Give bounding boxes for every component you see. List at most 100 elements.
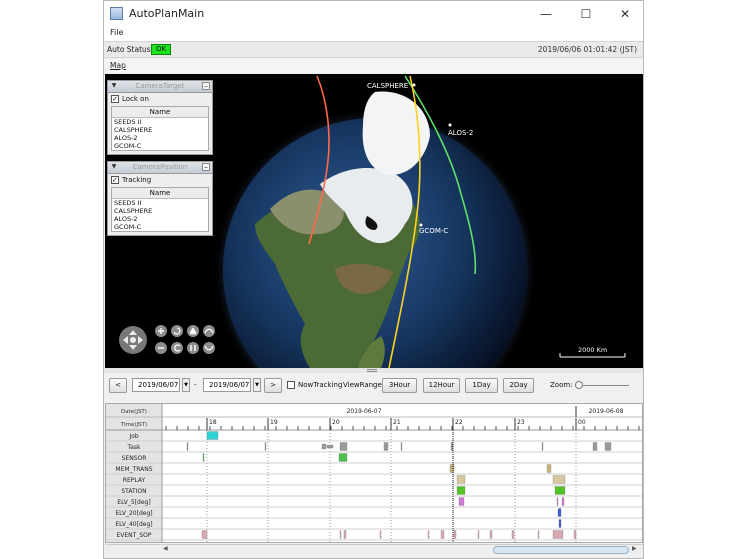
timeline-bar bbox=[383, 442, 389, 451]
date-to-field[interactable]: 2019/06/07 bbox=[203, 378, 251, 392]
column-header-name[interactable]: Name bbox=[112, 188, 208, 199]
timeline-bar bbox=[604, 442, 612, 451]
timeline-bar bbox=[326, 444, 334, 449]
timeline-bar bbox=[427, 530, 430, 539]
timeline-bar bbox=[339, 530, 342, 539]
date-header-label: Date(JST) bbox=[121, 409, 147, 415]
timeline-bar bbox=[201, 530, 208, 539]
column-header-name[interactable]: Name bbox=[112, 107, 208, 118]
alos2-marker[interactable] bbox=[448, 123, 452, 127]
camera-position-header: ▼ CameraPosition – bbox=[108, 162, 212, 174]
prev-button[interactable]: < bbox=[109, 378, 127, 393]
date-label: 2019-06-08 bbox=[589, 408, 624, 415]
splitter-grip-icon[interactable] bbox=[367, 369, 377, 372]
range-2day-button[interactable]: 2Day bbox=[503, 378, 534, 393]
status-badge: OK bbox=[151, 44, 171, 55]
date-label: 2019-06-07 bbox=[347, 408, 382, 415]
timeline-bar bbox=[379, 530, 382, 539]
table-row[interactable]: ALOS-2 bbox=[112, 215, 208, 223]
main-window: AutoPlanMain — ☐ ✕ File Auto Status: OK … bbox=[103, 0, 644, 559]
range-3hour-button[interactable]: 3Hour bbox=[382, 378, 417, 393]
heading-icon[interactable] bbox=[203, 325, 215, 337]
timeline-bar bbox=[541, 442, 544, 451]
gcom-c-marker[interactable] bbox=[419, 223, 423, 227]
camera-target-table: Name SEEDS II CALSPHERE ALOS-2 GCOM-C bbox=[111, 106, 209, 151]
tracking-label: Tracking bbox=[122, 176, 152, 184]
timeline-bar bbox=[202, 453, 205, 462]
zoom-slider-thumb[interactable] bbox=[575, 381, 583, 389]
table-row[interactable]: SEEDS II bbox=[112, 199, 208, 207]
row-label: Job bbox=[128, 433, 138, 440]
hour-label: 19 bbox=[270, 419, 278, 426]
timeline-bar bbox=[343, 530, 347, 539]
auto-status-label: Auto Status: bbox=[107, 45, 154, 54]
navigation-control bbox=[119, 325, 215, 354]
range-12hour-button[interactable]: 12Hour bbox=[423, 378, 460, 393]
lock-on-row: ✓ Lock on bbox=[108, 93, 212, 105]
camera-target-panel: ▼ CameraTarget – ✓ Lock on Name SEEDS II… bbox=[107, 80, 213, 155]
hour-label: 20 bbox=[332, 419, 340, 426]
camera-position-table: Name SEEDS II CALSPHERE ALOS-2 GCOM-C bbox=[111, 187, 209, 232]
scrollbar-thumb[interactable] bbox=[493, 546, 629, 554]
hour-label: 00 bbox=[578, 419, 586, 426]
range-1day-button[interactable]: 1Day bbox=[465, 378, 498, 393]
row-label: MEM_TRANS bbox=[115, 466, 152, 473]
pan-center bbox=[130, 337, 136, 343]
row-label: REPLAY bbox=[123, 477, 146, 484]
close-button[interactable]: ✕ bbox=[615, 5, 635, 23]
zoom-slider-track[interactable] bbox=[575, 385, 629, 386]
date-from-field[interactable]: 2019/06/07 bbox=[132, 378, 180, 392]
timeline-background bbox=[106, 404, 642, 542]
timeline-bar bbox=[592, 442, 598, 451]
scale-label: 2000 Km bbox=[578, 346, 607, 354]
table-row[interactable]: GCOM-C bbox=[112, 142, 208, 150]
timeline-scrollbar[interactable]: ◀ ▶ bbox=[105, 544, 643, 555]
scroll-left-icon[interactable]: ◀ bbox=[163, 545, 168, 552]
splitter[interactable] bbox=[104, 368, 643, 373]
row-label: ELV_40[deg] bbox=[115, 521, 152, 528]
pause-icon[interactable] bbox=[187, 342, 199, 354]
table-row[interactable]: CALSPHERE bbox=[112, 126, 208, 134]
row-label: EVENT_SOP bbox=[117, 532, 152, 539]
timeline-bar bbox=[537, 530, 540, 539]
scroll-right-icon[interactable]: ▶ bbox=[632, 545, 637, 552]
rotate-icon[interactable] bbox=[171, 325, 183, 337]
lock-on-label: Lock on bbox=[122, 95, 149, 103]
minimize-panel-icon[interactable]: – bbox=[202, 82, 210, 90]
calsphere-marker[interactable] bbox=[412, 83, 416, 87]
minimize-panel-icon[interactable]: – bbox=[202, 163, 210, 171]
lock-on-checkbox[interactable]: ✓ bbox=[111, 95, 119, 103]
timeline-bar bbox=[321, 443, 327, 450]
row-label: SENSOR bbox=[122, 455, 147, 462]
tab-map[interactable]: Map bbox=[110, 61, 126, 70]
table-row[interactable]: GCOM-C bbox=[112, 223, 208, 231]
table-row[interactable]: SEEDS II bbox=[112, 118, 208, 126]
hour-label: 23 bbox=[517, 419, 525, 426]
menu-file[interactable]: File bbox=[110, 28, 123, 37]
reset-icon[interactable] bbox=[171, 342, 183, 354]
row-label: ELV_20[deg] bbox=[115, 510, 152, 517]
timeline-bar bbox=[456, 475, 466, 484]
date-to-dropdown-icon[interactable]: ▼ bbox=[253, 378, 261, 392]
table-row[interactable]: CALSPHERE bbox=[112, 207, 208, 215]
label-calsphere: CALSPHERE bbox=[367, 82, 408, 90]
timeline-bar bbox=[264, 442, 267, 451]
date-from-dropdown-icon[interactable]: ▼ bbox=[182, 378, 190, 392]
timeline-bar bbox=[554, 486, 566, 495]
maximize-button[interactable]: ☐ bbox=[576, 5, 596, 23]
minimize-button[interactable]: — bbox=[536, 5, 556, 23]
timeline-bar bbox=[206, 431, 219, 440]
time-header-label: Time(JST) bbox=[120, 422, 147, 428]
globe-view[interactable]: CALSPHERE ALOS-2 GCOM-C 2000 Km ▼ Camera… bbox=[105, 74, 643, 368]
timeline-bar bbox=[561, 497, 565, 506]
tracking-checkbox[interactable]: ✓ bbox=[111, 176, 119, 184]
tracking-row: ✓ Tracking bbox=[108, 174, 212, 186]
camera-position-panel: ▼ CameraPosition – ✓ Tracking Name SEEDS… bbox=[107, 161, 213, 236]
tilt-down-icon[interactable] bbox=[203, 342, 215, 354]
table-row[interactable]: ALOS-2 bbox=[112, 134, 208, 142]
next-button[interactable]: > bbox=[264, 378, 282, 393]
view-range-label: ViewRange: bbox=[343, 381, 385, 389]
app-icon bbox=[110, 7, 123, 20]
timeline-bar bbox=[546, 464, 552, 473]
now-tracking-checkbox[interactable] bbox=[287, 381, 295, 389]
